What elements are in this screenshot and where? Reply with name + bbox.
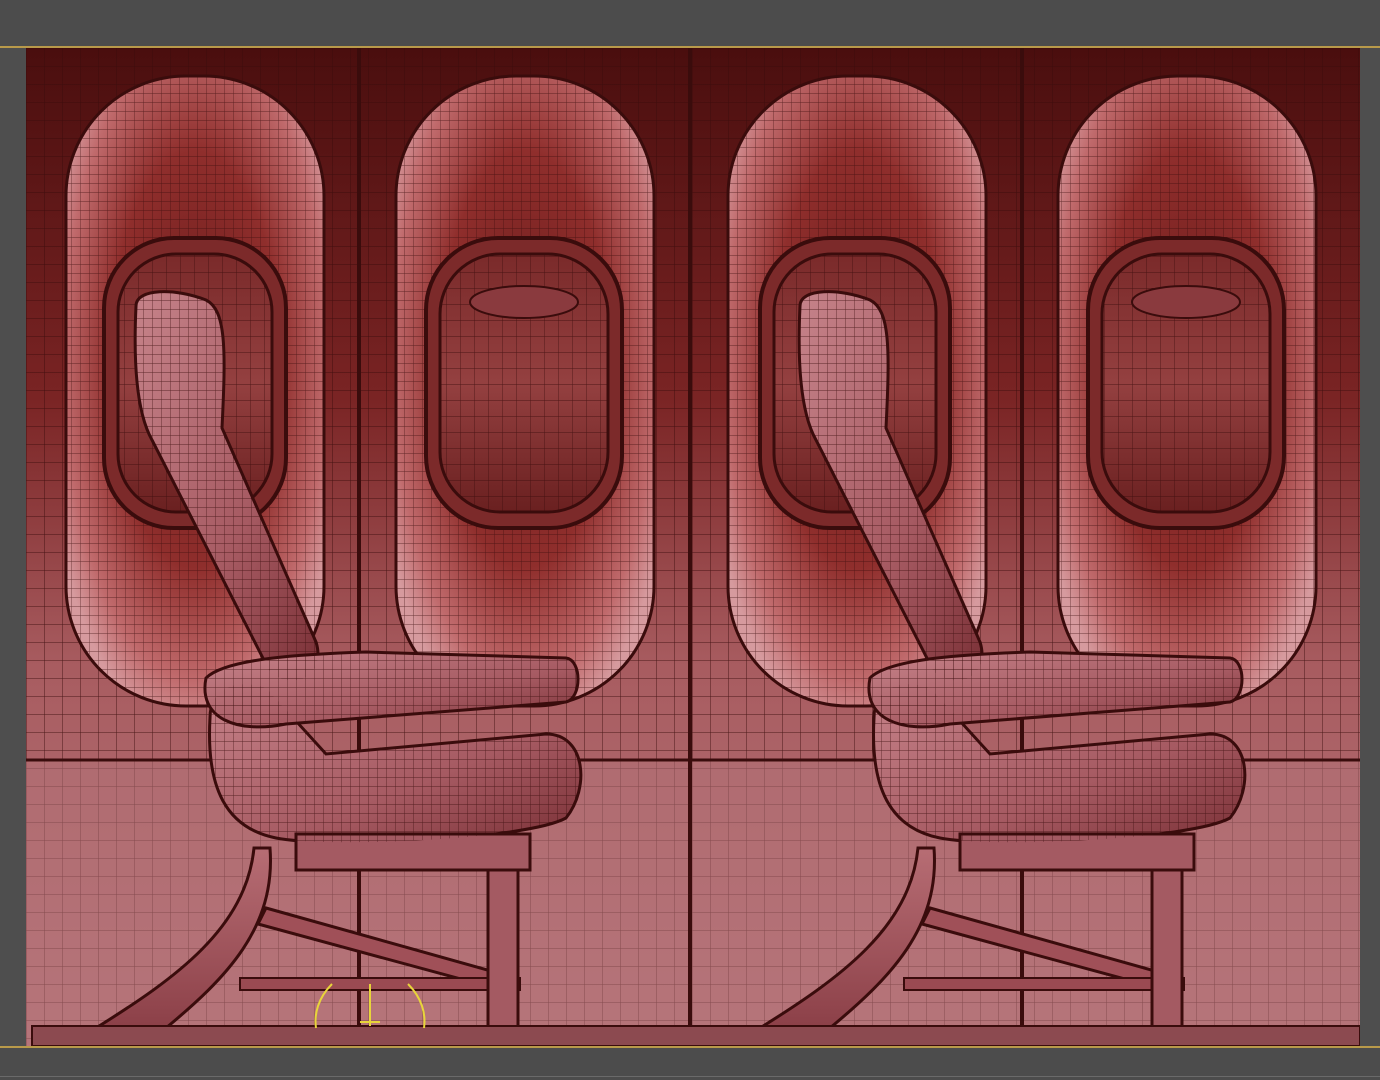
viewport-right-gutter (1360, 48, 1380, 1048)
cabin-floor (31, 1025, 1360, 1046)
viewport-left-gutter (0, 48, 26, 1048)
wireframe-render[interactable] (26, 48, 1360, 1046)
3d-viewport[interactable] (26, 48, 1360, 1046)
cabin-window-2 (394, 74, 656, 708)
bottom-divider (0, 1076, 1380, 1077)
cabin-window-4 (1056, 74, 1318, 708)
viewport-top-toolbar (0, 0, 1380, 46)
